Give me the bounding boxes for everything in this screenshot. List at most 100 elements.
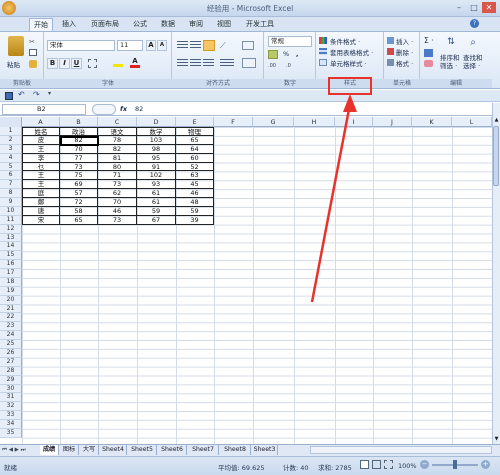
row-header[interactable]: 17 — [0, 269, 22, 278]
row-header[interactable]: 22 — [0, 313, 22, 323]
table-cell[interactable]: 65 — [60, 215, 98, 225]
table-cell[interactable]: 乜 — [22, 162, 60, 172]
table-cell[interactable]: 皮 — [22, 135, 60, 145]
column-header-d[interactable]: D — [137, 117, 176, 127]
sheet-tab[interactable]: 成绩 — [40, 445, 59, 455]
row-header[interactable]: 3 — [0, 144, 22, 154]
table-cell[interactable]: 39 — [176, 215, 214, 225]
table-cell[interactable]: 61 — [137, 198, 176, 207]
table-header-cell[interactable]: 政治 — [60, 127, 98, 136]
table-cell[interactable]: 98 — [137, 144, 176, 154]
row-header[interactable]: 20 — [0, 295, 22, 305]
sheet-tab[interactable]: Sheet5 — [128, 445, 157, 455]
table-cell[interactable]: 75 — [60, 171, 98, 181]
normal-view-icon[interactable] — [360, 460, 369, 469]
bold-button[interactable]: B — [47, 58, 58, 69]
paste-icon[interactable] — [8, 36, 24, 56]
table-cell[interactable]: 李 — [22, 153, 60, 163]
row-header[interactable]: 34 — [0, 420, 22, 429]
zoom-formula-icon[interactable] — [92, 104, 116, 115]
percent-button[interactable]: % — [283, 50, 289, 58]
column-header-a[interactable]: A — [22, 117, 60, 127]
font-name-select[interactable]: 宋体 — [47, 40, 115, 51]
table-header-cell[interactable]: 数学 — [137, 127, 176, 136]
close-button[interactable]: ✕ — [482, 2, 496, 13]
wrap-text-icon[interactable] — [242, 41, 254, 50]
table-cell[interactable]: 46 — [176, 189, 214, 199]
indent-icon[interactable] — [220, 59, 234, 68]
sheet-tab[interactable]: Sheet7 — [188, 445, 219, 455]
zoom-out-icon[interactable]: − — [420, 460, 429, 469]
table-cell[interactable]: 63 — [176, 171, 214, 181]
table-cell[interactable]: 60 — [176, 153, 214, 163]
zoom-level[interactable]: 100% — [398, 462, 417, 470]
sheet-tab[interactable]: Sheet3 — [252, 445, 278, 455]
tab-formulas[interactable]: 公式 — [128, 18, 152, 31]
zoom-in-icon[interactable]: + — [481, 460, 490, 469]
conditional-format-icon[interactable] — [319, 37, 327, 44]
table-cell[interactable]: 61 — [137, 189, 176, 199]
cell-styles-icon[interactable] — [319, 59, 327, 66]
table-cell[interactable]: 王 — [22, 180, 60, 190]
column-header-e[interactable]: E — [176, 117, 214, 127]
align-bottom-icon[interactable] — [203, 40, 215, 51]
table-header-cell[interactable]: 物理 — [176, 127, 214, 136]
table-cell[interactable]: 46 — [98, 206, 137, 216]
insert-cells-button[interactable]: 插入 · — [396, 36, 413, 46]
page-layout-view-icon[interactable] — [372, 460, 381, 469]
row-header[interactable]: 30 — [0, 384, 22, 394]
tab-developer[interactable]: 开发工具 — [242, 18, 278, 31]
row-header[interactable]: 18 — [0, 277, 22, 287]
table-header-cell[interactable]: 姓名 — [22, 127, 60, 136]
row-header[interactable]: 4 — [0, 153, 22, 163]
name-box[interactable]: B2 — [2, 104, 86, 115]
scroll-up-arrow-icon[interactable]: ▲ — [493, 117, 500, 125]
orientation-icon[interactable]: ⟋ — [220, 41, 231, 50]
find-select-icon[interactable]: ⌕ — [466, 37, 480, 52]
shrink-font-button[interactable]: A — [157, 40, 167, 51]
table-cell[interactable]: 82 — [98, 144, 137, 154]
table-cell[interactable]: 103 — [137, 135, 176, 145]
table-cell[interactable]: 48 — [176, 198, 214, 207]
maximize-button[interactable]: □ — [467, 2, 481, 13]
table-cell[interactable]: 73 — [98, 215, 137, 225]
autosum-button[interactable]: Σ · — [424, 36, 434, 45]
table-cell[interactable]: 庭 — [22, 189, 60, 199]
scroll-thumb[interactable] — [493, 126, 499, 186]
table-cell[interactable]: 95 — [137, 153, 176, 163]
row-header[interactable]: 16 — [0, 260, 22, 270]
format-as-table-button[interactable]: 套用表格格式 · — [330, 47, 373, 57]
sheet-tab[interactable]: 图标 — [60, 445, 79, 455]
tab-data[interactable]: 数据 — [156, 18, 180, 31]
row-header[interactable]: 13 — [0, 233, 22, 243]
tab-review[interactable]: 审阅 — [184, 18, 208, 31]
paste-button[interactable]: 粘贴 — [7, 59, 20, 69]
column-header-c[interactable]: C — [98, 117, 137, 127]
row-header[interactable]: 29 — [0, 375, 22, 385]
table-cell[interactable]: 58 — [60, 206, 98, 216]
row-header[interactable]: 21 — [0, 304, 22, 314]
row-header[interactable]: 24 — [0, 331, 22, 341]
merge-center-icon[interactable] — [242, 58, 256, 68]
row-header[interactable]: 32 — [0, 402, 22, 412]
align-center-icon[interactable] — [190, 59, 201, 68]
fill-icon[interactable] — [424, 49, 433, 57]
select-all-corner[interactable] — [0, 117, 22, 127]
sheet-tab[interactable]: Sheet8 — [220, 445, 251, 455]
undo-icon[interactable]: ↶ — [18, 90, 27, 100]
decrease-decimal-icon[interactable]: .0 — [286, 63, 300, 71]
align-middle-icon[interactable] — [190, 41, 201, 50]
column-header-k[interactable]: K — [412, 117, 452, 127]
table-header-cell[interactable]: 语文 — [98, 127, 137, 136]
tab-home[interactable]: 开始 — [29, 18, 53, 31]
scroll-down-arrow-icon[interactable]: ▼ — [493, 436, 500, 444]
row-header[interactable]: 8 — [0, 189, 22, 199]
find-select-button[interactable]: 查找和 选择 · — [463, 54, 483, 70]
row-header[interactable]: 6 — [0, 171, 22, 181]
sheet-nav-icon[interactable]: ⏮ ◀ ▶ ⏭ — [2, 445, 38, 455]
row-header[interactable]: 14 — [0, 242, 22, 252]
selected-cell-b2[interactable] — [60, 135, 99, 146]
cut-icon[interactable]: ✂ — [29, 38, 38, 46]
row-header[interactable]: 33 — [0, 411, 22, 421]
align-left-icon[interactable] — [177, 59, 188, 68]
